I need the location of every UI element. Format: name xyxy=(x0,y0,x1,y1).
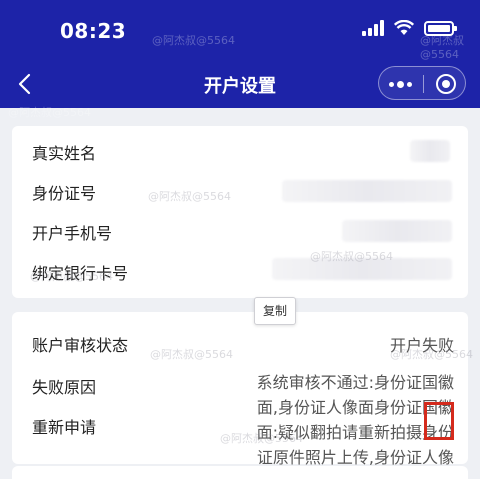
id-number-redacted xyxy=(282,180,452,202)
name-label: 真实姓名 xyxy=(32,144,97,163)
watermark: @阿杰叔@5564 xyxy=(150,348,233,361)
next-card xyxy=(12,466,468,479)
copy-tooltip[interactable]: 复制 xyxy=(254,297,296,325)
watermark: @阿杰叔@5564 xyxy=(30,270,113,283)
status-time: 08:23 xyxy=(60,19,127,43)
id-number-label: 身份证号 xyxy=(32,184,97,203)
watermark: @阿杰叔@5564 xyxy=(220,432,303,445)
capsule-divider xyxy=(423,75,424,93)
failure-reason-label: 失败原因 xyxy=(32,378,97,397)
watermark: @阿杰叔@5564 xyxy=(390,348,473,361)
mini-program-capsule xyxy=(378,66,466,100)
close-mini-program-icon[interactable] xyxy=(436,74,456,94)
app-header: 08:23 开户设置 @阿杰叔@5564 @阿杰叔@5564 @阿杰叔@5564 xyxy=(0,0,480,119)
phone-value-redacted xyxy=(342,220,452,242)
phone-label: 开户手机号 xyxy=(32,224,113,243)
review-status-label: 账户审核状态 xyxy=(32,336,129,355)
signal-icon xyxy=(362,20,384,36)
watermark: @阿杰叔@5564 xyxy=(420,34,464,61)
more-icon[interactable] xyxy=(389,81,412,88)
reapply-link[interactable]: 重新申请 xyxy=(32,414,96,438)
watermark: @阿杰叔@5564 xyxy=(152,34,235,47)
watermark: @阿杰叔@5564 xyxy=(148,190,231,203)
watermark: @阿杰叔@5564 xyxy=(8,106,91,119)
name-value-redacted xyxy=(410,140,450,162)
watermark: @阿杰叔@5564 xyxy=(310,250,393,263)
wifi-icon xyxy=(394,20,414,35)
annotation-highlight-box xyxy=(424,402,454,440)
